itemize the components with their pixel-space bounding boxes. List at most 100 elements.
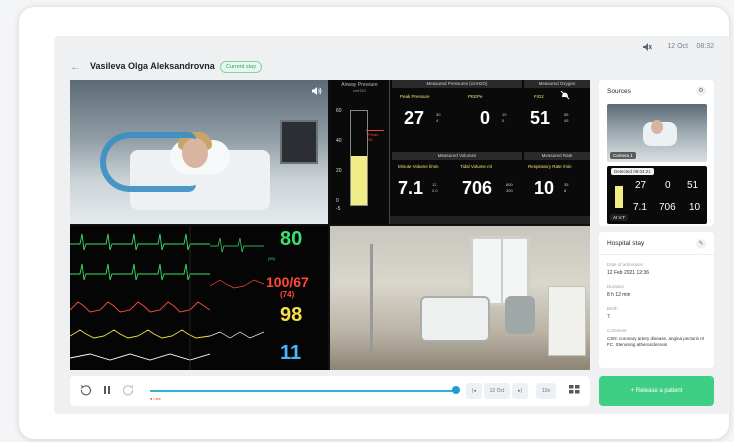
next-button[interactable]: ▸| <box>512 383 528 399</box>
peak-value: 27 <box>404 108 425 128</box>
airway-bar <box>350 110 368 206</box>
fio2-value: 51 <box>530 108 551 128</box>
pressure-panel: Measured Pressures (cmH2O) Peak Pressure… <box>392 80 522 150</box>
room-camera-view[interactable] <box>330 226 590 370</box>
back-arrow-icon[interactable]: ← <box>70 61 81 73</box>
resp-rate-value: 11 <box>280 342 302 364</box>
duration-value: 8 h 12 min <box>607 292 631 298</box>
peep-sub-low: 0 <box>502 118 505 123</box>
status-badge: Current stay <box>220 61 262 73</box>
st-value: (59) <box>268 256 276 261</box>
app-window: 12 Oct 08:32 ← Vasileva Olga Aleksandrov… <box>54 36 730 414</box>
camera-view[interactable] <box>70 80 328 224</box>
duration-label: Duration <box>607 284 625 289</box>
oxygen-panel: Measured Oxygen FiO2 51 55 45 <box>524 80 590 150</box>
airway-bar-fill <box>351 156 367 205</box>
monitor-readings: 80 (59) 100/67 (74) 98 11 <box>210 226 328 370</box>
live-label: Live <box>153 396 161 401</box>
oxygen-header: Measured Oxygen <box>524 80 590 88</box>
replay-icon[interactable] <box>80 384 92 399</box>
thumb-face-image <box>651 120 663 134</box>
blood-pressure-mean: (74) <box>280 290 295 299</box>
speaker-icon[interactable] <box>311 86 322 99</box>
berth-value: 7 <box>607 314 610 320</box>
thumb-value: 10 <box>689 202 701 213</box>
pressure-header: Measured Pressures (cmH2O) <box>392 80 522 88</box>
scale-tick: 60 <box>336 108 342 114</box>
sources-title: Sources <box>607 88 631 95</box>
patient-monitor-view[interactable]: 80 (59) 100/67 (74) 98 11 <box>70 226 328 370</box>
divider <box>599 254 714 255</box>
edit-icon[interactable]: ✎ <box>696 239 706 249</box>
spo2-value: 98 <box>280 304 303 326</box>
ventilator-thumbnail[interactable]: Detected 08:04:21 27 0 51 7.1 706 10 AI … <box>607 166 707 224</box>
ai-label: AI V.T <box>610 214 629 221</box>
camera-label: Camera 1 <box>610 152 636 159</box>
waveforms <box>70 226 210 370</box>
fio2-sub-low: 45 <box>564 118 569 123</box>
rate-value: 10 <box>534 178 555 198</box>
hospital-stay-panel: Hospital stay ✎ Date of admission 12 Feb… <box>599 232 714 368</box>
live-indicator: ● Live <box>150 396 161 401</box>
timeline-track[interactable] <box>150 390 456 392</box>
tv-sub-low: 300 <box>506 188 513 193</box>
airway-title: Airway Pressure <box>341 82 378 88</box>
thumb-value: 51 <box>687 180 699 191</box>
top-bar: 12 Oct 08:32 <box>54 36 730 58</box>
pause-icon[interactable] <box>102 384 112 399</box>
rate-sub-low: 8 <box>564 188 567 193</box>
alarm-mute-icon[interactable] <box>560 90 570 103</box>
grid-view-icon[interactable] <box>569 384 580 398</box>
bedside-monitor-image <box>280 120 318 164</box>
iv-pole-image <box>370 244 373 354</box>
airway-pressure-panel: Airway Pressure cmH2O 60 40 20 0 -5 Pmax… <box>330 80 390 224</box>
fio2-label: FiO2 <box>534 94 544 99</box>
minute-volume-label: Minute Volume l/min <box>398 164 439 169</box>
incubator-image <box>420 296 490 342</box>
comment-label: Comment <box>607 328 627 333</box>
peep-label: PEEPe <box>468 94 483 99</box>
next-icon: ▸| <box>518 388 522 394</box>
volume-header: Measured Volumes <box>392 152 522 160</box>
blood-pressure-value: 100/67 <box>266 274 309 290</box>
rate-label: Respiratory Rate /min <box>528 164 572 169</box>
thumb-value: 706 <box>659 202 676 213</box>
prev-button[interactable]: |◂ <box>466 383 482 399</box>
release-patient-button[interactable]: + Release a patient <box>599 376 714 406</box>
ventilator-view[interactable]: Airway Pressure cmH2O 60 40 20 0 -5 Pmax… <box>330 80 590 224</box>
header-time: 08:32 <box>696 43 714 50</box>
thumb-value: 7.1 <box>633 202 647 213</box>
ventilator-status-bar <box>390 216 590 224</box>
admission-value: 12 Feb 2021 12:36 <box>607 270 649 276</box>
airway-unit: cmH2O <box>352 88 367 93</box>
playback-controls: ● Live |◂ 12 Oct ▸| 10x <box>70 376 590 406</box>
cabinet-image <box>548 286 586 356</box>
forward-icon[interactable] <box>122 384 134 399</box>
pmax-line <box>366 130 384 131</box>
video-grid: Airway Pressure cmH2O 60 40 20 0 -5 Pmax… <box>70 80 590 370</box>
sources-panel: Sources ⚙ Camera 1 Detected 08:04:21 27 … <box>599 80 714 226</box>
date-pill[interactable]: 12 Oct <box>484 383 510 399</box>
speed-pill[interactable]: 10x <box>536 383 556 399</box>
camera-thumbnail[interactable]: Camera 1 <box>607 104 707 162</box>
thumb-value: 27 <box>635 180 647 191</box>
scale-tick: -5 <box>336 206 341 212</box>
heart-rate-value: 80 <box>280 228 303 250</box>
volume-panel: Measured Volumes Minute Volume l/min 7.1… <box>392 152 522 216</box>
scale-tick: 0 <box>336 198 339 204</box>
gear-icon[interactable]: ⚙ <box>696 86 706 96</box>
peep-value: 0 <box>480 108 491 128</box>
comment-value: CSN: coronary artery disease, angina pec… <box>607 336 705 347</box>
stay-title: Hospital stay <box>607 240 645 247</box>
minute-volume-value: 7.1 <box>398 178 424 198</box>
mini-waveforms <box>210 237 264 339</box>
prev-icon: |◂ <box>472 388 476 394</box>
mute-icon[interactable] <box>642 42 652 55</box>
timeline-handle[interactable] <box>452 386 460 394</box>
tidal-volume-label: Tidal Volume ml <box>460 164 492 169</box>
berth-label: Berth <box>607 306 618 311</box>
chair-image <box>505 296 535 334</box>
header-date: 12 Oct <box>667 43 688 50</box>
peak-label: Peak Pressure <box>400 94 430 99</box>
scale-tick: 40 <box>336 138 342 144</box>
